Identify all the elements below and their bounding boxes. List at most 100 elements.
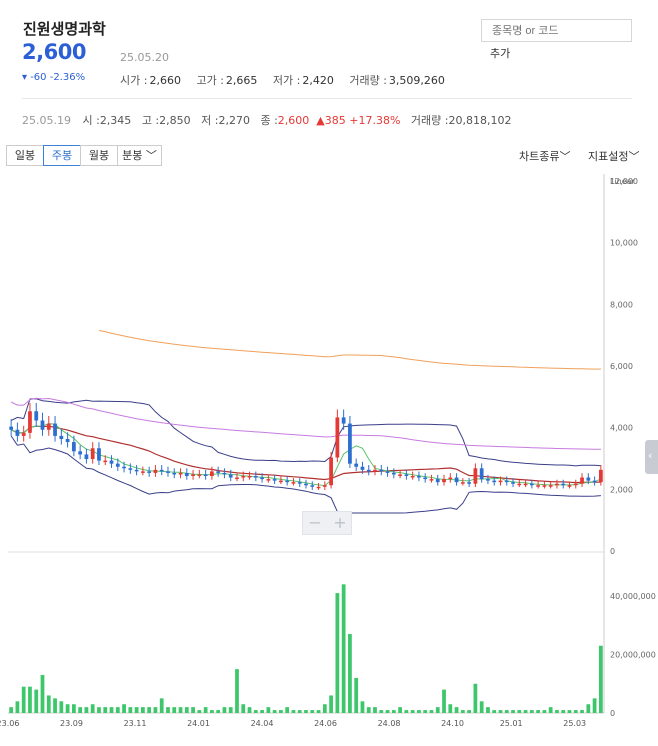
volume-bar bbox=[53, 698, 57, 713]
low-value: 2,420 bbox=[302, 74, 334, 87]
prev-low: 2,270 bbox=[218, 114, 250, 127]
volume-bar bbox=[65, 704, 70, 713]
chart-area[interactable]: 12,000 10,000 8,000 6,000 4,000 2,000 0 Linear 4… bbox=[0, 172, 658, 742]
volume-bar bbox=[504, 710, 509, 713]
volume-bar bbox=[467, 710, 471, 713]
zoom-in-button[interactable]: + bbox=[328, 513, 352, 532]
candle-body bbox=[65, 439, 70, 443]
volume-bar bbox=[115, 707, 120, 713]
candle-body bbox=[598, 469, 603, 483]
volume-bar bbox=[216, 710, 221, 713]
previous-day-summary: 25.05.19 시 :2,345 고 :2,850 저 :2,270 종 :2… bbox=[22, 112, 511, 128]
add-button[interactable]: 추가 bbox=[490, 45, 510, 61]
volume-bar bbox=[285, 707, 290, 713]
volume-tick-label: 40,000,000 bbox=[610, 592, 656, 601]
open-label: 시가 : bbox=[120, 74, 148, 87]
volume-bar bbox=[235, 669, 239, 713]
volume-bar bbox=[492, 710, 497, 713]
volume-bar bbox=[529, 710, 534, 713]
volume-bar bbox=[580, 710, 584, 713]
volume-bar bbox=[266, 707, 271, 713]
candle-body bbox=[555, 483, 559, 486]
x-tick-label: 23.09 bbox=[60, 719, 83, 728]
ohlc-summary: 시가 :2,660 고가 :2,665 저가 :2,420 거래량 :3,509… bbox=[120, 72, 457, 88]
tab-weekly[interactable]: 주봉 bbox=[43, 145, 81, 166]
candle-body bbox=[479, 468, 484, 480]
volume-bar bbox=[297, 710, 302, 713]
volume-bar bbox=[97, 707, 101, 713]
volume-bar bbox=[542, 710, 547, 713]
volume-bar bbox=[460, 710, 465, 713]
tab-monthly[interactable]: 월봉 bbox=[80, 145, 118, 166]
candle-body bbox=[272, 479, 277, 481]
candle-body bbox=[166, 471, 170, 473]
volume-bar bbox=[329, 695, 333, 713]
volume-bar bbox=[567, 710, 572, 713]
candle-body bbox=[216, 471, 221, 473]
x-tick-label: 25.03 bbox=[563, 719, 586, 728]
candle-body bbox=[379, 469, 384, 472]
side-panel-toggle[interactable]: ‹ bbox=[645, 440, 658, 474]
candle-body bbox=[21, 432, 26, 436]
candle-body bbox=[354, 463, 359, 467]
volume-bar bbox=[454, 707, 459, 713]
volume-bar bbox=[304, 710, 308, 713]
tab-daily[interactable]: 일봉 bbox=[6, 145, 44, 166]
volume-bar bbox=[46, 695, 51, 713]
volume-bar bbox=[134, 707, 139, 713]
zoom-out-button[interactable]: − bbox=[303, 513, 327, 532]
candle-body bbox=[191, 474, 195, 476]
candle-body bbox=[454, 477, 459, 483]
volume-bar bbox=[147, 707, 152, 713]
candle-body bbox=[398, 474, 402, 476]
volume-bar bbox=[159, 698, 164, 713]
volume-bar bbox=[141, 707, 145, 713]
candle-body bbox=[115, 463, 120, 467]
candle-body bbox=[542, 485, 547, 487]
volume-bar bbox=[486, 707, 490, 713]
volume-bar bbox=[366, 707, 371, 713]
candle-body bbox=[228, 474, 233, 478]
x-tick-label: 23.06 bbox=[0, 719, 19, 728]
volume-bar bbox=[536, 710, 541, 713]
volume-bar bbox=[448, 704, 453, 713]
y-tick-label: 0 bbox=[610, 547, 615, 556]
volume-label: 거래량 : bbox=[349, 74, 387, 87]
prev-change: ▲385 +17.38% bbox=[316, 114, 401, 127]
volume-bar bbox=[423, 710, 428, 713]
y-tick-label: 4,000 bbox=[610, 424, 633, 433]
volume-bar bbox=[573, 710, 578, 713]
volume-bar bbox=[15, 701, 20, 713]
y-tick-label: 10,000 bbox=[610, 239, 638, 248]
volume-bar bbox=[511, 710, 515, 713]
volume-bar bbox=[348, 634, 352, 713]
candle-body bbox=[210, 471, 214, 476]
volume-bar bbox=[548, 707, 553, 713]
candle-body bbox=[504, 480, 509, 483]
chart-type-dropdown[interactable]: 차트종류﹀ bbox=[519, 148, 570, 164]
indicator-settings-dropdown[interactable]: 지표설정﹀ bbox=[588, 148, 639, 164]
candle-body bbox=[109, 460, 114, 464]
candle-body bbox=[310, 485, 315, 487]
x-tick-label: 24.01 bbox=[187, 719, 210, 728]
prev-high: 2,850 bbox=[159, 114, 191, 127]
candle-body bbox=[266, 479, 271, 481]
volume-bar bbox=[28, 686, 32, 713]
y-tick-label: 6,000 bbox=[610, 362, 633, 371]
candle-body bbox=[460, 482, 465, 484]
search-input[interactable] bbox=[481, 19, 632, 42]
volume-bar bbox=[84, 707, 89, 713]
candle-body bbox=[486, 479, 490, 481]
candle-body bbox=[34, 411, 39, 421]
candle-body bbox=[241, 476, 246, 478]
stock-header: 진원생명과학 2,600 25.05.20 ▾ -60 -2.36% 시가 :2… bbox=[0, 0, 658, 100]
price-chart[interactable]: 12,00010,0008,0006,0004,0002,0000Linear4… bbox=[0, 172, 658, 742]
volume-bar bbox=[128, 707, 133, 713]
volume-bar bbox=[373, 707, 377, 713]
volume-bar bbox=[260, 710, 264, 713]
volume-bar bbox=[586, 704, 591, 713]
tab-minute[interactable]: 분봉 ﹀ bbox=[117, 145, 162, 166]
volume-bar bbox=[391, 710, 396, 713]
candle-body bbox=[529, 483, 534, 486]
chart-toolbar: 일봉 주봉 월봉 분봉 ﹀ 차트종류﹀ 지표설정﹀ bbox=[0, 140, 658, 172]
